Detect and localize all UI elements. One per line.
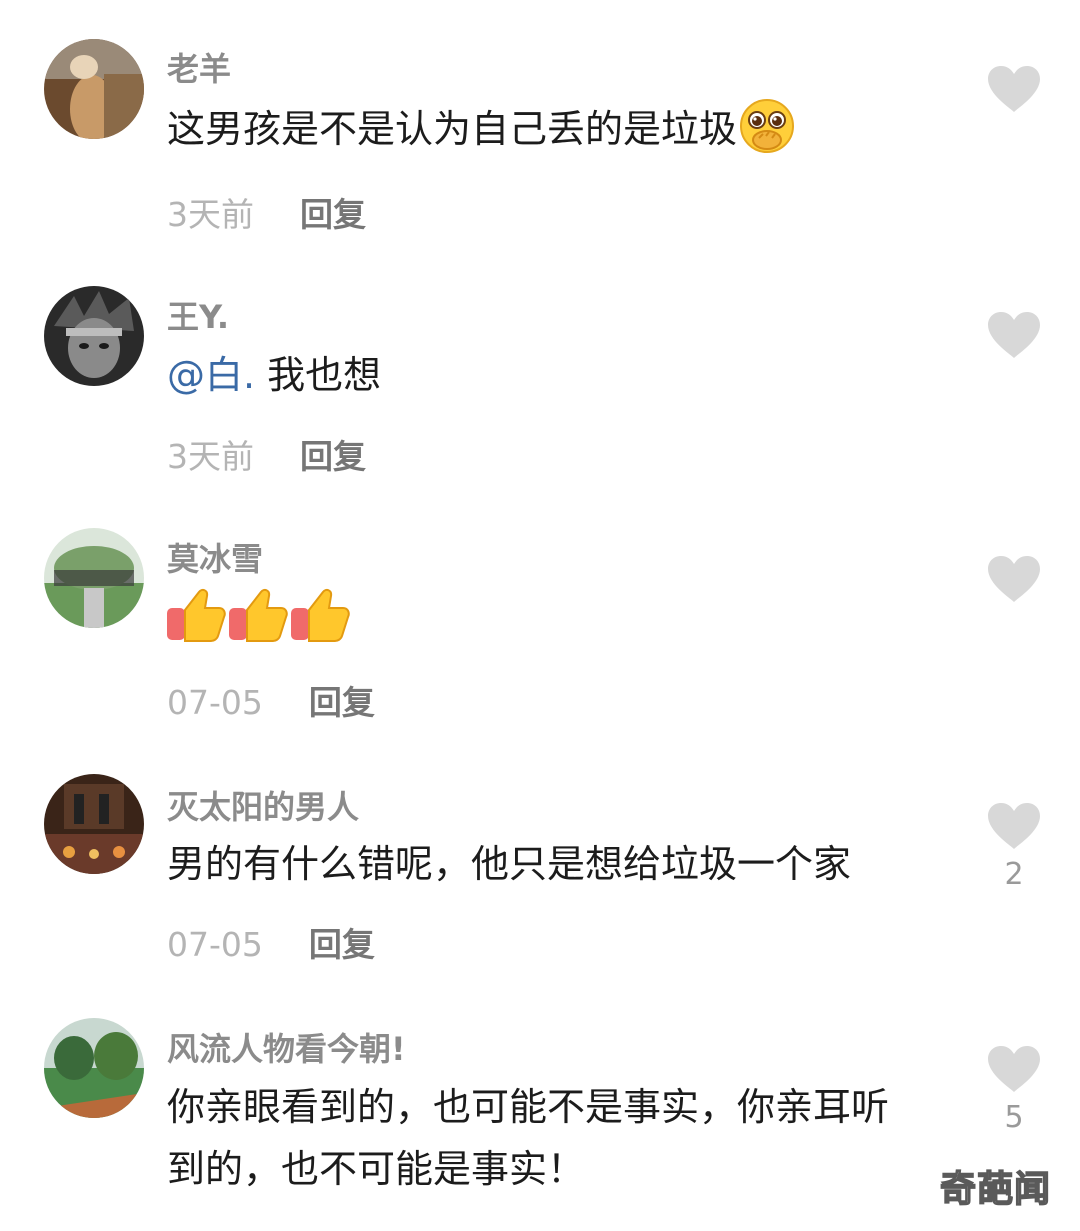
like-button[interactable]: 5 — [986, 1044, 1042, 1135]
avatar[interactable] — [44, 774, 144, 874]
like-button[interactable]: 2 — [986, 801, 1042, 892]
reply-button[interactable]: 回复 — [309, 925, 375, 964]
thumbs-up-emoji-icon — [291, 588, 350, 642]
comment-meta: 3天前 回复 — [167, 188, 366, 236]
comment-text-body: 这男孩是不是认为自己丢的是垃圾 — [167, 107, 738, 151]
username[interactable]: 王Y. — [167, 292, 229, 338]
comment-meta: 07-05 回复 — [167, 918, 375, 966]
reply-button[interactable]: 回复 — [309, 683, 375, 722]
heart-icon — [988, 1046, 1040, 1092]
like-count: 5 — [1004, 1100, 1024, 1135]
heart-icon — [988, 803, 1040, 849]
like-button[interactable] — [986, 554, 1042, 610]
avatar[interactable] — [44, 39, 144, 139]
comment-text: 男的有什么错呢，他只是想给垃圾一个家 — [167, 833, 851, 895]
comment-text: 你亲眼看到的，也可能不是事实，你亲耳听 到的，也不可能是事实！ — [167, 1076, 889, 1200]
comment-text: 这男孩是不是认为自己丢的是垃圾 — [167, 98, 795, 172]
heart-icon — [988, 556, 1040, 602]
comment-text-line: 你亲眼看到的，也可能不是事实，你亲耳听 — [167, 1085, 890, 1129]
comment-meta: 3天前 回复 — [167, 430, 366, 478]
username[interactable]: 莫冰雪 — [167, 534, 263, 580]
thumbs-up-emoji-group — [165, 586, 351, 648]
comment-text-body: 我也想 — [255, 353, 382, 397]
like-count: 2 — [1004, 857, 1024, 892]
avatar[interactable] — [44, 1018, 144, 1118]
pleading-face-emoji-icon — [739, 98, 795, 172]
timestamp: 3天前 — [167, 437, 254, 476]
username[interactable]: 老羊 — [167, 44, 231, 90]
comment-text: @白. 我也想 — [167, 344, 381, 406]
thumbs-up-emoji-icon — [167, 588, 226, 642]
username[interactable]: 风流人物看今朝! — [167, 1024, 406, 1070]
like-button[interactable] — [986, 310, 1042, 366]
comment-text-body: 男的有什么错呢，他只是想给垃圾一个家 — [167, 842, 852, 886]
username[interactable]: 灭太阳的男人 — [167, 782, 359, 828]
watermark: 奇葩闻 — [939, 1168, 1052, 1211]
comment-text-line: 到的，也不可能是事实！ — [167, 1147, 586, 1191]
heart-icon — [988, 66, 1040, 112]
mention-link[interactable]: @白. — [167, 353, 255, 397]
timestamp: 07-05 — [167, 683, 263, 722]
avatar[interactable] — [44, 528, 144, 628]
heart-icon — [988, 312, 1040, 358]
timestamp: 07-05 — [167, 925, 263, 964]
like-button[interactable] — [986, 64, 1042, 120]
reply-button[interactable]: 回复 — [300, 195, 366, 234]
comment-meta: 07-05 回复 — [167, 676, 375, 724]
avatar[interactable] — [44, 286, 144, 386]
thumbs-up-emoji-icon — [229, 588, 288, 642]
timestamp: 3天前 — [167, 195, 254, 234]
reply-button[interactable]: 回复 — [300, 437, 366, 476]
